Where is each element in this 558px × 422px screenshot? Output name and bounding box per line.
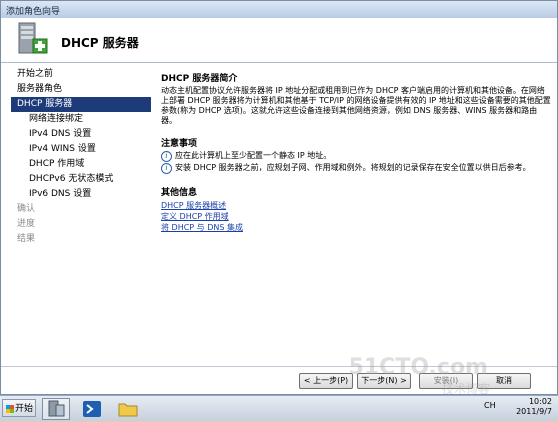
windows-logo-icon bbox=[6, 404, 14, 413]
powershell-taskbar-icon[interactable] bbox=[78, 398, 106, 420]
note-item: i 应在此计算机上至少配置一个静态 IP 地址。 bbox=[161, 151, 551, 162]
window-title: 添加角色向导 bbox=[6, 7, 61, 17]
intro-heading: DHCP 服务器简介 bbox=[161, 74, 238, 84]
notes-heading: 注意事项 bbox=[161, 139, 198, 149]
nav-item-progress: 进度 bbox=[17, 219, 36, 229]
info-icon: i bbox=[161, 151, 172, 162]
start-button[interactable]: 开始 bbox=[2, 399, 36, 417]
cancel-button[interactable]: 取消 bbox=[477, 373, 531, 389]
clock-time: 10:02 bbox=[528, 397, 552, 406]
nav-item-dhcp-server[interactable]: DHCP 服务器 bbox=[11, 97, 151, 112]
nav-item-results: 结果 bbox=[17, 234, 36, 244]
note-text: 应在此计算机上至少配置一个静态 IP 地址。 bbox=[175, 151, 332, 160]
clock[interactable]: 10:02 2011/9/7 bbox=[516, 397, 552, 417]
link-integrate-dns[interactable]: 将 DHCP 与 DNS 集成 bbox=[161, 222, 551, 233]
nav-item-network-binding[interactable]: 网络连接绑定 bbox=[11, 112, 151, 127]
taskbar: 开始 CH 10:02 2011/9/7 bbox=[0, 395, 558, 420]
clock-date: 2011/9/7 bbox=[516, 407, 552, 416]
language-indicator[interactable]: CH bbox=[484, 401, 496, 410]
info-icon: i bbox=[161, 163, 172, 174]
server-manager-taskbar-icon[interactable] bbox=[42, 398, 70, 420]
server-manager-icon bbox=[48, 400, 65, 417]
next-button[interactable]: 下一步(N) > bbox=[357, 373, 411, 389]
button-separator bbox=[1, 366, 557, 367]
nav-item-ipv4-wins[interactable]: IPv4 WINS 设置 bbox=[11, 142, 151, 157]
nav-item-server-roles[interactable]: 服务器角色 bbox=[11, 82, 151, 97]
wizard-header: DHCP 服务器 bbox=[1, 18, 557, 63]
nav-item-before-you-begin[interactable]: 开始之前 bbox=[11, 67, 151, 82]
nav-item-dhcpv6-stateless[interactable]: DHCPv6 无状态模式 bbox=[11, 172, 151, 187]
folder-icon bbox=[118, 403, 138, 417]
nav-item-confirmation: 确认 bbox=[17, 204, 36, 214]
explorer-taskbar-icon[interactable] bbox=[114, 398, 142, 420]
wizard-steps-nav: 开始之前 服务器角色 DHCP 服务器 网络连接绑定 IPv4 DNS 设置 I… bbox=[11, 67, 151, 247]
system-tray: CH 10:02 2011/9/7 bbox=[418, 396, 558, 420]
note-item: i 安装 DHCP 服务器之前，应规划子网、作用域和例外。将规划的记录保存在安全… bbox=[161, 163, 551, 174]
previous-button[interactable]: < 上一步(P) bbox=[299, 373, 353, 389]
server-role-icon bbox=[18, 22, 48, 54]
title-bar[interactable]: 添加角色向导 bbox=[1, 1, 557, 19]
intro-text: 动态主机配置协议允许服务器将 IP 地址分配或租用到已作为 DHCP 客户端启用… bbox=[161, 86, 551, 125]
nav-item-ipv4-dns[interactable]: IPv4 DNS 设置 bbox=[11, 127, 151, 142]
content-pane: DHCP 服务器简介 动态主机配置协议允许服务器将 IP 地址分配或租用到已作为… bbox=[161, 67, 551, 233]
add-roles-wizard-window: 添加角色向导 DHCP 服务器 开始之前 服务器角色 DHCP 服务器 网络连接… bbox=[0, 0, 558, 395]
install-button[interactable]: 安装(I) bbox=[419, 373, 473, 389]
note-text: 安装 DHCP 服务器之前，应规划子网、作用域和例外。将规划的记录保存在安全位置… bbox=[175, 163, 531, 172]
page-title: DHCP 服务器 bbox=[61, 36, 139, 50]
nav-item-ipv6-dns[interactable]: IPv6 DNS 设置 bbox=[11, 187, 151, 202]
link-define-scopes[interactable]: 定义 DHCP 作用域 bbox=[161, 211, 551, 222]
button-bar: < 上一步(P) 下一步(N) > 安装(I) 取消 bbox=[1, 369, 557, 395]
powershell-icon bbox=[83, 401, 101, 417]
link-dhcp-overview[interactable]: DHCP 服务器概述 bbox=[161, 200, 551, 211]
start-label: 开始 bbox=[15, 404, 34, 414]
more-info-heading: 其他信息 bbox=[161, 188, 198, 198]
nav-item-dhcp-scopes[interactable]: DHCP 作用域 bbox=[11, 157, 151, 172]
